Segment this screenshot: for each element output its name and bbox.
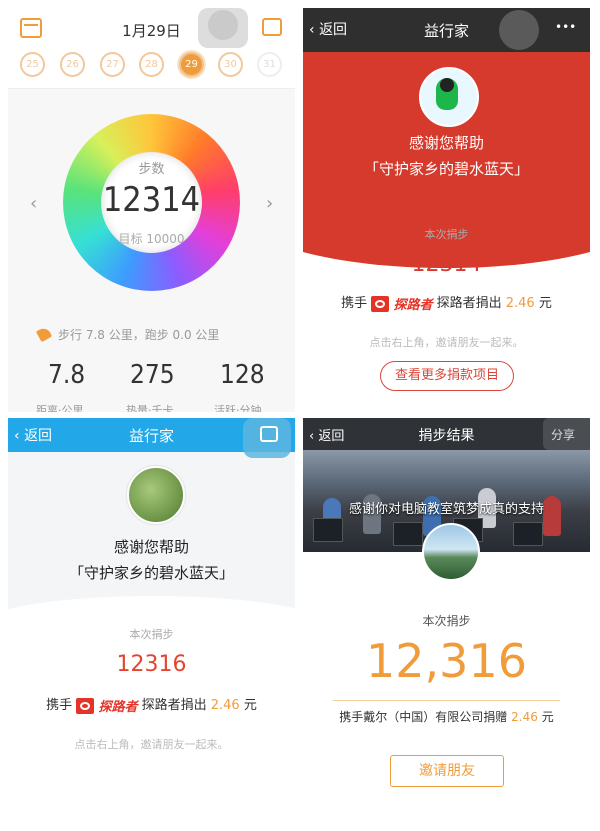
calories-label: 热量·千卡 [126, 404, 174, 412]
donation-panel-red: ‹ 返回 益行家 ••• 感谢您帮助 「守护家乡的碧水蓝天」 本次捐步 1231… [303, 8, 590, 412]
monitor [513, 522, 543, 546]
project-name: 「守护家乡的碧水蓝天」 [68, 564, 234, 582]
day-26[interactable]: 26 [60, 52, 85, 77]
project-name: 「守护家乡的碧水蓝天」 [363, 160, 529, 178]
step-count: 12314 [102, 180, 201, 220]
monitor [313, 518, 343, 542]
donation-result-panel: ‹ 返回 捐步结果 分享 感谢你对电脑教室筑梦成真的支持 本次捐步 12,316… [303, 418, 590, 826]
donate-steps: 12,316 [366, 634, 527, 688]
nav-title: 益行家 [423, 22, 469, 40]
donate-steps: 12316 [116, 652, 187, 677]
amount-unit: 元 [243, 698, 257, 713]
partner-prefix: 携手 [46, 698, 73, 713]
amount-unit: 元 [541, 710, 554, 724]
active-value: 128 [220, 360, 265, 390]
partner-logo-text: 探路者 [393, 298, 433, 313]
distance-value: 7.8 [48, 360, 86, 390]
invite-friends-button[interactable]: 邀请朋友 [390, 755, 504, 787]
walk-summary: 步行 7.8 公里，跑步 0.0 公里 [58, 328, 220, 342]
donate-amount: 2.46 [511, 710, 538, 724]
more-menu-icon[interactable]: ••• [555, 20, 576, 34]
toread-logo-icon [76, 697, 95, 714]
partner-logo-text: 探路者 [98, 700, 138, 715]
donate-amount: 2.46 [505, 296, 535, 311]
partner-mid: 探路者捐出 [141, 698, 207, 713]
shoe-icon [35, 325, 53, 343]
partner-prefix: 携手 [341, 296, 368, 311]
invite-hint: 点击右上角，邀请朋友一起来。 [74, 738, 229, 751]
divider [333, 700, 560, 701]
step-counter-panel: 1月29日 25 26 27 28 29 30 31 ‹ › 步数 12314 … [8, 8, 295, 412]
banner-text: 感谢你对电脑教室筑梦成真的支持 [348, 502, 544, 517]
day-28[interactable]: 28 [139, 52, 164, 77]
day-25[interactable]: 25 [20, 52, 45, 77]
date-title: 1月29日 [122, 22, 181, 40]
toread-logo-icon [371, 295, 390, 312]
partner-line-prefix: 携手戴尔（中国）有限公司捐赠 [339, 710, 508, 724]
share-icon[interactable] [262, 18, 282, 36]
avatar [422, 523, 480, 581]
amount-unit: 元 [538, 296, 552, 311]
more-projects-button[interactable]: 查看更多捐款项目 [380, 361, 514, 391]
day-27[interactable]: 27 [100, 52, 125, 77]
assistive-touch-icon[interactable] [499, 10, 539, 50]
ring-title: 步数 [138, 162, 165, 177]
thanks-text: 感谢您帮助 [113, 538, 189, 556]
donation-panel-blue: ‹ 返回 益行家 感谢您帮助 「守护家乡的碧水蓝天」 本次捐步 12316 携手… [8, 418, 295, 826]
distance-label: 距离·公里 [36, 404, 84, 412]
day-31: 31 [257, 52, 282, 77]
partner-line: 携手戴尔（中国）有限公司捐赠 2.46 元 [303, 708, 590, 725]
donate-label: 本次捐步 [424, 228, 469, 241]
invite-hint: 点击右上角，邀请朋友一起来。 [369, 336, 524, 349]
thanks-text: 感谢您帮助 [408, 134, 484, 152]
day-29-selected[interactable]: 29 [179, 52, 204, 77]
calories-value: 275 [130, 360, 175, 390]
result-card [8, 618, 295, 826]
active-label: 活跃·分钟 [214, 404, 262, 412]
share-icon[interactable] [260, 426, 278, 442]
partner-mid: 探路者捐出 [436, 296, 502, 311]
avatar [127, 466, 185, 524]
day-30[interactable]: 30 [218, 52, 243, 77]
share-button[interactable]: 分享 [551, 426, 575, 443]
donate-label: 本次捐步 [422, 614, 471, 628]
qq-penguin-head [440, 78, 454, 92]
donate-amount: 2.46 [210, 698, 240, 713]
assistive-touch-icon[interactable] [198, 8, 248, 48]
monitor [393, 522, 423, 546]
donate-label: 本次捐步 [129, 628, 174, 641]
donate-steps: 12314 [411, 252, 482, 277]
partner-line: 携手 探路者 探路者捐出 2.46 元 [303, 292, 590, 313]
step-target: 目标 10000 [118, 232, 185, 246]
partner-line: 携手 探路者 探路者捐出 2.46 元 [8, 694, 295, 715]
